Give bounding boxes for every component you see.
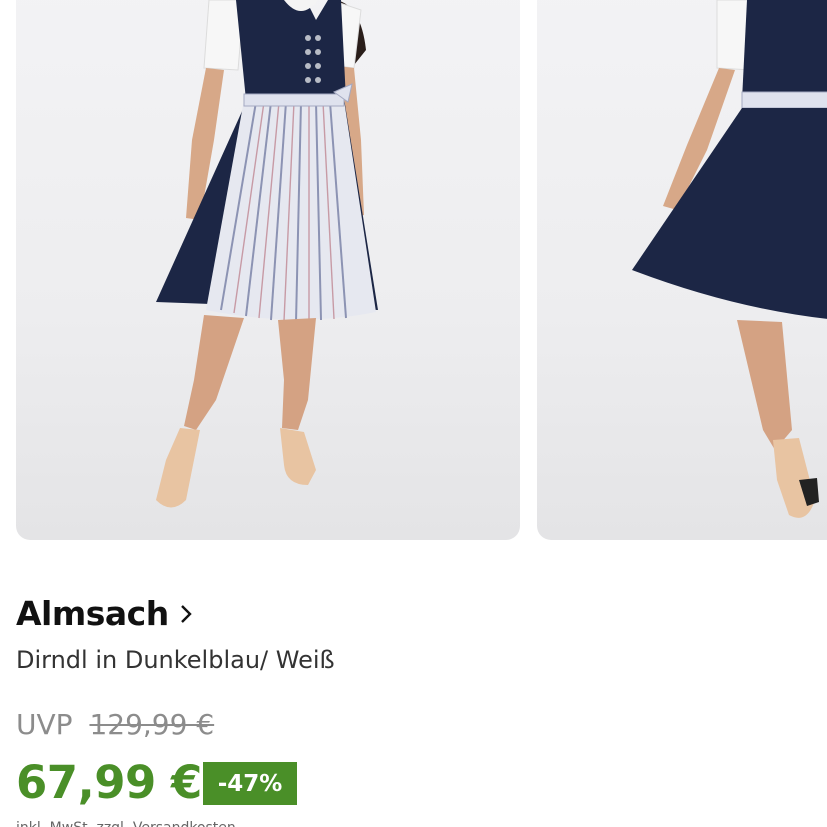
brand-name: Almsach — [16, 594, 169, 633]
current-price: 67,99 € — [16, 756, 202, 809]
discount-badge: -47% — [203, 762, 297, 805]
price-info-text: inkl. MwSt. zzgl. Versandkosten — [16, 818, 236, 827]
uvp-label: UVP — [16, 708, 73, 741]
product-image-gallery[interactable] — [0, 0, 827, 540]
brand-link[interactable]: Almsach — [16, 594, 195, 633]
chevron-right-icon — [180, 604, 192, 623]
product-photo-side[interactable] — [537, 0, 827, 540]
product-photo-front[interactable] — [16, 0, 520, 540]
old-price: 129,99 € — [89, 708, 215, 741]
uvp-price-row: UVP 129,99 € — [16, 708, 214, 741]
product-title: Dirndl in Dunkelblau/ Weiß — [16, 646, 335, 674]
